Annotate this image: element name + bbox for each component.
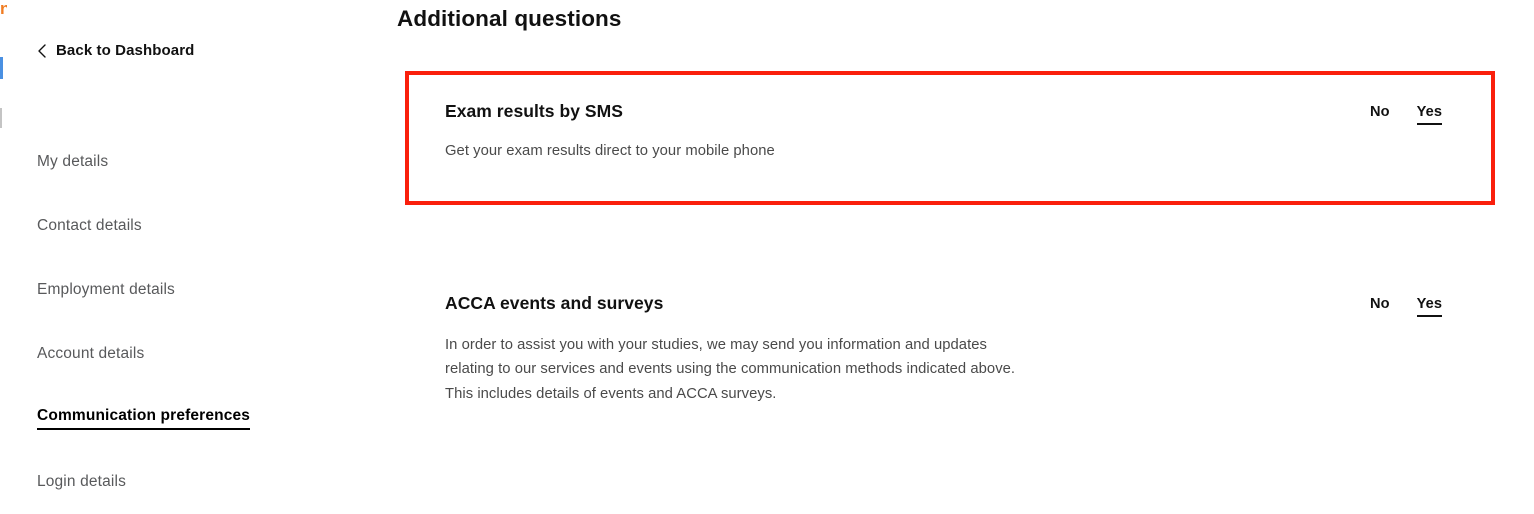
- sidebar-item-my-details[interactable]: My details: [0, 130, 396, 194]
- sidebar-item-communication-preferences[interactable]: Communication preferences: [0, 386, 396, 450]
- back-to-dashboard-link[interactable]: Back to Dashboard: [37, 42, 194, 59]
- question-description: In order to assist you with your studies…: [445, 333, 1015, 406]
- back-to-dashboard-label: Back to Dashboard: [56, 42, 195, 59]
- description-line: relating to our services and events usin…: [445, 361, 1016, 378]
- sidebar-item-account-details[interactable]: Account details: [0, 322, 396, 386]
- sidebar-nav-list: My details Contact details Employment de…: [0, 130, 396, 514]
- question-title: Exam results by SMS: [445, 101, 623, 121]
- sidebar-item-label: Contact details: [37, 217, 142, 234]
- answer-toggle-exam-results-by-sms: No Yes: [1370, 104, 1443, 125]
- sidebar-item-label: Login details: [37, 473, 126, 490]
- sidebar-item-contact-details[interactable]: Contact details: [0, 194, 396, 258]
- sidebar-item-label: My details: [37, 153, 109, 170]
- chevron-left-icon: [37, 43, 47, 58]
- sidebar-item-login-details[interactable]: Login details: [0, 450, 396, 514]
- page-title: Additional questions: [397, 6, 622, 31]
- sidebar-item-label: Communication preferences: [37, 407, 251, 430]
- question-description: Get your exam results direct to your mob…: [445, 139, 775, 163]
- answer-option-yes[interactable]: Yes: [1416, 104, 1443, 125]
- main-content: Additional questions Exam results by SMS…: [396, 0, 1534, 504]
- sidebar-item-label: Employment details: [37, 281, 175, 298]
- sidebar: Back to Dashboard My details Contact det…: [0, 0, 396, 504]
- description-line: Get your exam results direct to your mob…: [445, 143, 775, 159]
- description-line: This includes details of events and ACCA…: [445, 385, 777, 402]
- answer-toggle-acca-events-and-surveys: No Yes: [1370, 296, 1443, 317]
- question-title: ACCA events and surveys: [445, 293, 664, 313]
- answer-option-no[interactable]: No: [1370, 104, 1390, 125]
- sidebar-item-employment-details[interactable]: Employment details: [0, 258, 396, 322]
- question-exam-results-by-sms: Exam results by SMS Get your exam result…: [396, 71, 1494, 205]
- answer-option-yes[interactable]: Yes: [1416, 296, 1443, 317]
- sidebar-item-label: Account details: [37, 345, 145, 362]
- description-line: In order to assist you with your studies…: [445, 337, 987, 353]
- answer-option-no[interactable]: No: [1370, 296, 1390, 317]
- question-acca-events-and-surveys: ACCA events and surveys In order to assi…: [396, 263, 1494, 423]
